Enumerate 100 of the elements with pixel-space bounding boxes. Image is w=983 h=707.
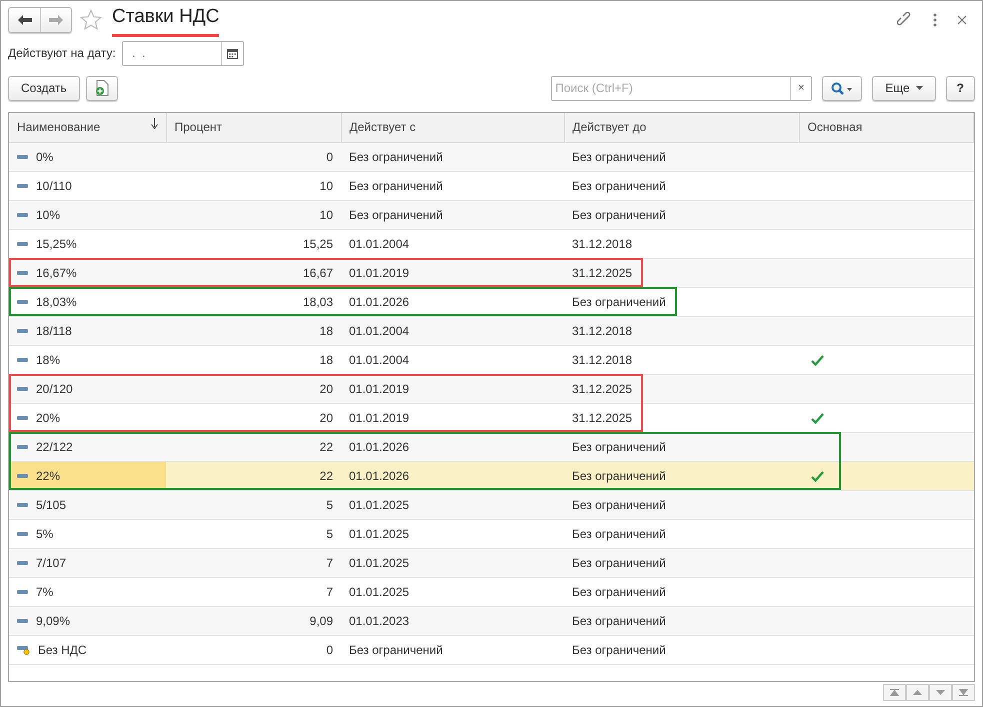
percent-cell: 22 xyxy=(166,461,341,490)
percent-cell: 22 xyxy=(166,432,341,461)
help-button[interactable]: ? xyxy=(946,76,975,100)
predefined-item-icon xyxy=(17,644,30,654)
item-icon xyxy=(17,270,28,274)
calendar-icon[interactable] xyxy=(226,48,238,58)
date-cell: 31.12.2018 xyxy=(564,229,799,258)
up-triangle-icon xyxy=(913,690,922,695)
date-cell: 31.12.2018 xyxy=(564,345,799,374)
rate-name: 5% xyxy=(36,526,54,540)
more-button[interactable]: Еще xyxy=(872,76,936,100)
more-icon[interactable] xyxy=(933,13,937,27)
date-cell: 01.01.2026 xyxy=(341,287,564,316)
date-cell: 01.01.2004 xyxy=(341,345,564,374)
column-header[interactable]: Действует с xyxy=(341,113,564,142)
percent-cell: 18,03 xyxy=(166,287,341,316)
percent-cell: 10 xyxy=(166,171,341,200)
date-cell: Без ограничений xyxy=(564,606,799,635)
caret-icon xyxy=(916,86,923,90)
percent-cell: 5 xyxy=(166,519,341,548)
date-cell: 01.01.2004 xyxy=(341,229,564,258)
date-cell: Без ограничений xyxy=(564,432,799,461)
date-cell: Без ограничений xyxy=(564,635,799,664)
first-page-button[interactable] xyxy=(883,684,906,701)
column-header[interactable]: Действует до xyxy=(564,113,799,142)
date-cell: 01.01.2025 xyxy=(341,519,564,548)
rate-name: 22% xyxy=(36,468,60,482)
percent-cell: 10 xyxy=(166,200,341,229)
rate-name: 7% xyxy=(36,584,54,598)
date-cell: 01.01.2026 xyxy=(341,432,564,461)
date-cell: Без ограничений xyxy=(564,461,799,490)
last-page-button[interactable] xyxy=(952,684,975,701)
date-cell: 01.01.2019 xyxy=(341,374,564,403)
date-cell: Без ограничений xyxy=(564,200,799,229)
column-header[interactable]: Основная xyxy=(799,113,974,142)
rate-name: 7/107 xyxy=(36,556,66,570)
rate-name: Без НДС xyxy=(38,642,87,656)
search-field[interactable]: Поиск (Ctrl+F) × xyxy=(551,76,812,100)
date-cell: 01.01.2023 xyxy=(341,606,564,635)
close-icon[interactable] xyxy=(957,15,967,25)
item-icon xyxy=(17,618,28,622)
rate-name: 16,67% xyxy=(36,266,77,280)
date-cell: 01.01.2025 xyxy=(341,548,564,577)
date-cell: 01.01.2026 xyxy=(341,461,564,490)
percent-cell: 7 xyxy=(166,577,341,606)
item-icon xyxy=(17,300,28,304)
right-arrow-icon xyxy=(49,15,63,25)
next-page-button[interactable] xyxy=(929,684,952,701)
item-icon xyxy=(17,212,28,216)
column-header[interactable]: Процент xyxy=(166,113,341,142)
left-arrow-icon xyxy=(18,15,32,25)
sort-arrow-icon xyxy=(150,118,158,130)
date-cell: Без ограничений xyxy=(564,490,799,519)
rate-name: 5/105 xyxy=(36,498,66,512)
previous-page-button[interactable] xyxy=(906,684,929,701)
clear-search-button[interactable]: × xyxy=(790,76,812,100)
rate-name: 15,25% xyxy=(36,236,77,250)
date-cell: 31.12.2025 xyxy=(564,258,799,287)
date-cell: 01.01.2025 xyxy=(341,577,564,606)
rate-name: 0% xyxy=(36,150,54,164)
item-icon xyxy=(17,532,28,536)
date-cell: Без ограничений xyxy=(341,171,564,200)
date-cell: Без ограничений xyxy=(564,548,799,577)
down-triangle-icon xyxy=(936,690,945,695)
rate-name: 20/120 xyxy=(36,382,73,396)
search-icon xyxy=(831,82,854,94)
date-field[interactable]: . . xyxy=(122,40,244,66)
percent-cell: 5 xyxy=(166,490,341,519)
search-options-button[interactable] xyxy=(822,76,862,100)
item-icon xyxy=(17,590,28,594)
date-cell: 31.12.2025 xyxy=(564,403,799,432)
date-cell: Без ограничений xyxy=(341,142,564,171)
date-cell: 01.01.2025 xyxy=(341,490,564,519)
rate-name: 10/110 xyxy=(36,178,72,192)
item-icon xyxy=(17,242,28,246)
rate-name: 20% xyxy=(36,410,60,424)
date-cell: 01.01.2004 xyxy=(341,316,564,345)
date-cell: Без ограничений xyxy=(341,635,564,664)
rate-name: 9,09% xyxy=(36,614,70,628)
window-title: Ставки НДС xyxy=(112,3,220,37)
star-icon[interactable] xyxy=(80,9,102,31)
item-icon xyxy=(17,416,28,420)
percent-cell: 0 xyxy=(166,635,341,664)
column-header[interactable]: Наименование xyxy=(9,113,166,142)
date-cell: 31.12.2025 xyxy=(564,374,799,403)
item-icon xyxy=(17,358,28,362)
rate-name: 18,03% xyxy=(36,294,77,308)
rate-name: 18% xyxy=(36,352,60,366)
item-icon xyxy=(17,502,28,506)
item-icon xyxy=(17,328,28,332)
add-document-button[interactable] xyxy=(86,76,118,100)
item-icon xyxy=(17,184,28,188)
percent-cell: 18 xyxy=(166,345,341,374)
item-icon xyxy=(17,386,28,390)
create-button[interactable]: Создать xyxy=(8,76,80,100)
link-icon[interactable] xyxy=(897,12,913,28)
item-icon xyxy=(17,154,28,158)
percent-cell: 15,25 xyxy=(166,229,341,258)
date-cell: Без ограничений xyxy=(564,171,799,200)
percent-cell: 20 xyxy=(166,403,341,432)
